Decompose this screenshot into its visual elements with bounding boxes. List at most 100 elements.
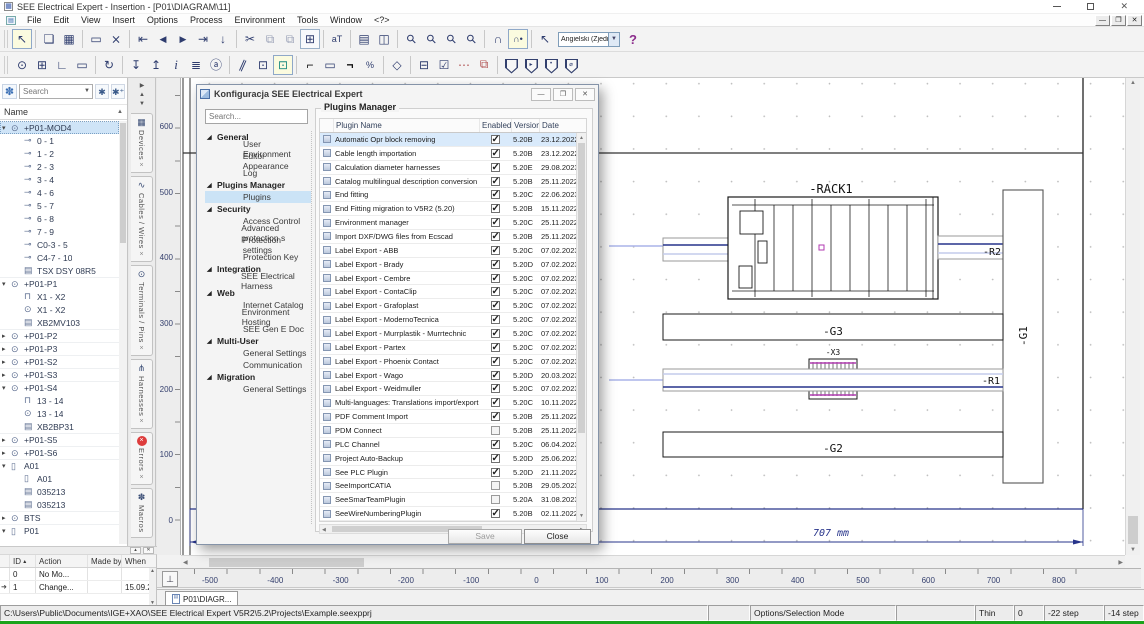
menu-item[interactable]: Process — [184, 15, 229, 25]
plugin-enabled-checkbox[interactable] — [479, 177, 511, 186]
side-tab[interactable]: ⊙ Terminals / Pins × — [131, 265, 153, 356]
toolbar-separator[interactable] — [129, 30, 130, 48]
print-manager-button[interactable]: ◫ — [374, 29, 394, 49]
dialog-search-field[interactable] — [205, 109, 308, 124]
zoom-previous-button[interactable]: ⚲ — [461, 29, 481, 49]
tree-expander-icon[interactable]: ▾ — [2, 124, 11, 132]
tree-item[interactable]: ⊸ 5 - 7 — [0, 199, 119, 212]
plugin-enabled-checkbox[interactable] — [479, 287, 511, 296]
tree-item[interactable]: ▸ ⊙ +P01-S3 — [0, 368, 119, 381]
cut-button[interactable]: ✂ — [240, 29, 260, 49]
plugin-enabled-checkbox[interactable] — [479, 481, 511, 490]
tree-item[interactable]: ⊓ X1 - X2 — [0, 290, 119, 303]
toolbar-separator[interactable] — [296, 56, 297, 74]
toolbar-separator[interactable] — [410, 56, 411, 74]
tree-item[interactable]: ⊸ 0 - 1 — [0, 134, 119, 147]
dialog-nav-item[interactable]: Protection Key — [205, 251, 311, 263]
plugin-row[interactable]: Multi-languages: Translations import/exp… — [320, 396, 576, 410]
col-version[interactable]: Version — [511, 119, 539, 132]
plugin-row[interactable]: See PLC Plugin 5.20D 21.11.2022 — [320, 466, 576, 480]
chevron-down-icon[interactable]: ▼ — [84, 88, 92, 94]
dialog-nav-item[interactable]: General Settings — [205, 347, 311, 359]
dialog-nav-item[interactable]: ◢ Plugins Manager — [205, 179, 311, 191]
plugin-row[interactable]: PLC Channel 5.20C 06.04.2023 — [320, 438, 576, 452]
dialog-nav-item[interactable]: Plugins — [205, 191, 311, 203]
tree-item[interactable]: ⊙ 13 - 14 — [0, 407, 119, 420]
tree-expander-icon[interactable]: ▾ — [2, 280, 11, 288]
explorer-gear-icon[interactable]: ✽ — [2, 84, 17, 99]
plugin-row[interactable]: Label Export - Partex 5.20C 07.02.2023 — [320, 341, 576, 355]
side-tab[interactable]: × Errors × — [131, 432, 153, 484]
close-button[interactable]: Close — [524, 529, 591, 544]
side-tab[interactable]: ⋔ Harnesses × — [131, 359, 153, 429]
paste-down-button[interactable]: ⧉ — [280, 29, 300, 49]
tabstrip-up-icon[interactable]: ▲ — [135, 92, 149, 98]
tree-expander-icon[interactable]: ▾ — [2, 462, 11, 470]
shield-disable-button[interactable]: ⌀ — [561, 55, 581, 75]
plugin-enabled-checkbox[interactable] — [479, 384, 511, 393]
db-connect-button[interactable]: ⊟ — [414, 55, 434, 75]
tree-item[interactable]: ▾ ⊙ +P01-S4 — [0, 381, 119, 394]
refresh-button[interactable]: ↻ — [99, 55, 119, 75]
tree-item[interactable]: ⊸ C4-7 - 10 — [0, 251, 119, 264]
tree-item[interactable]: ▸ ⊙ +P01-S2 — [0, 355, 119, 368]
tree-item[interactable]: ▸ ⊙ +P01-P3 — [0, 342, 119, 355]
section-expander-icon[interactable]: ◢ — [205, 206, 217, 213]
tree-expander-icon[interactable]: ▸ — [2, 358, 11, 366]
tree-item[interactable]: ▸ ⊙ BTS — [0, 511, 119, 524]
menu-item[interactable]: File — [21, 15, 48, 25]
dialog-nav-item[interactable]: Communication — [205, 359, 311, 371]
plugin-enabled-checkbox[interactable] — [479, 454, 511, 463]
side-tab[interactable]: ▦ Devices × — [131, 113, 153, 173]
tree-item[interactable]: ▾ ⊙ +P01-MOD4 — [0, 121, 119, 134]
box-3d-button[interactable]: ◇ — [387, 55, 407, 75]
dialog-nav-item[interactable]: Environment Hosting — [205, 311, 311, 323]
percent-scale-button[interactable]: % — [360, 55, 380, 75]
plugin-enabled-checkbox[interactable] — [479, 495, 511, 504]
print-button[interactable]: ▤ — [354, 29, 374, 49]
dialog-nav-item[interactable]: ◢ Security — [205, 203, 311, 215]
tree-item[interactable]: ▸ ⊙ +P01-P2 — [0, 329, 119, 342]
chevron-down-icon[interactable]: ▼ — [608, 33, 619, 46]
tree-item[interactable]: ⊸ 3 - 4 — [0, 173, 119, 186]
previous-folio-button[interactable]: ◀ — [153, 29, 173, 49]
plugin-enabled-checkbox[interactable] — [479, 149, 511, 158]
plugin-enabled-checkbox[interactable] — [479, 260, 511, 269]
minimize-button[interactable] — [1053, 6, 1061, 7]
plugin-row[interactable]: SeeSmarTeamPlugin 5.20A 31.08.2023 — [320, 493, 576, 507]
plugin-enabled-checkbox[interactable] — [479, 204, 511, 213]
tabstrip-down-icon[interactable]: ▼ — [135, 101, 149, 107]
plugin-enabled-checkbox[interactable] — [479, 426, 511, 435]
mdi-minimize-button[interactable]: — — [1095, 15, 1110, 26]
explorer-add-button[interactable]: ✱⁺ — [111, 84, 125, 99]
history-col-id[interactable]: ID ▴ — [10, 555, 36, 567]
plugin-enabled-checkbox[interactable] — [479, 135, 511, 144]
help-button[interactable]: ? — [623, 32, 643, 47]
ruler-origin-button[interactable]: ⊥ — [162, 571, 178, 587]
tree-item[interactable]: ▸ ⊙ +P01-S5 — [0, 433, 119, 446]
save-button[interactable]: Save — [448, 529, 522, 544]
tree-item[interactable]: ▤ XB2MV103 — [0, 316, 119, 329]
insert-block-button[interactable]: ↧ — [126, 55, 146, 75]
dialog-nav-item[interactable]: ◢ Multi-User — [205, 335, 311, 347]
save-button[interactable]: ▦ — [59, 29, 79, 49]
section-expander-icon[interactable]: ◢ — [205, 266, 217, 273]
plugin-row[interactable]: SeeImportCATIA 5.20B 29.05.2023 — [320, 479, 576, 493]
toolbar-separator[interactable] — [122, 56, 123, 74]
comment-active-button[interactable]: ⊡ — [273, 55, 293, 75]
scroll-thumb[interactable] — [209, 558, 364, 567]
sort-ascending-icon[interactable]: ▲ — [117, 109, 123, 115]
col-enabled[interactable]: Enabled — [479, 119, 511, 132]
menu-item[interactable]: Insert — [106, 15, 141, 25]
goto-folio-button[interactable]: ↓ — [213, 29, 233, 49]
toolbar-separator[interactable] — [229, 56, 230, 74]
corner-arrow-button[interactable]: ¬ — [340, 55, 360, 75]
explorer-settings-button[interactable]: ✱ — [95, 84, 109, 99]
toolbar-separator[interactable] — [82, 30, 83, 48]
tree-expander-icon[interactable]: ▸ — [2, 449, 11, 457]
plugin-row[interactable]: Calculation diameter harnesses 5.20E 29.… — [320, 161, 576, 175]
tree-expander-icon[interactable]: ▾ — [2, 384, 11, 392]
tree-item[interactable]: ⊸ 6 - 8 — [0, 212, 119, 225]
side-tab[interactable]: ∿ Cables / Wires × — [131, 176, 153, 262]
plugin-enabled-checkbox[interactable] — [479, 218, 511, 227]
